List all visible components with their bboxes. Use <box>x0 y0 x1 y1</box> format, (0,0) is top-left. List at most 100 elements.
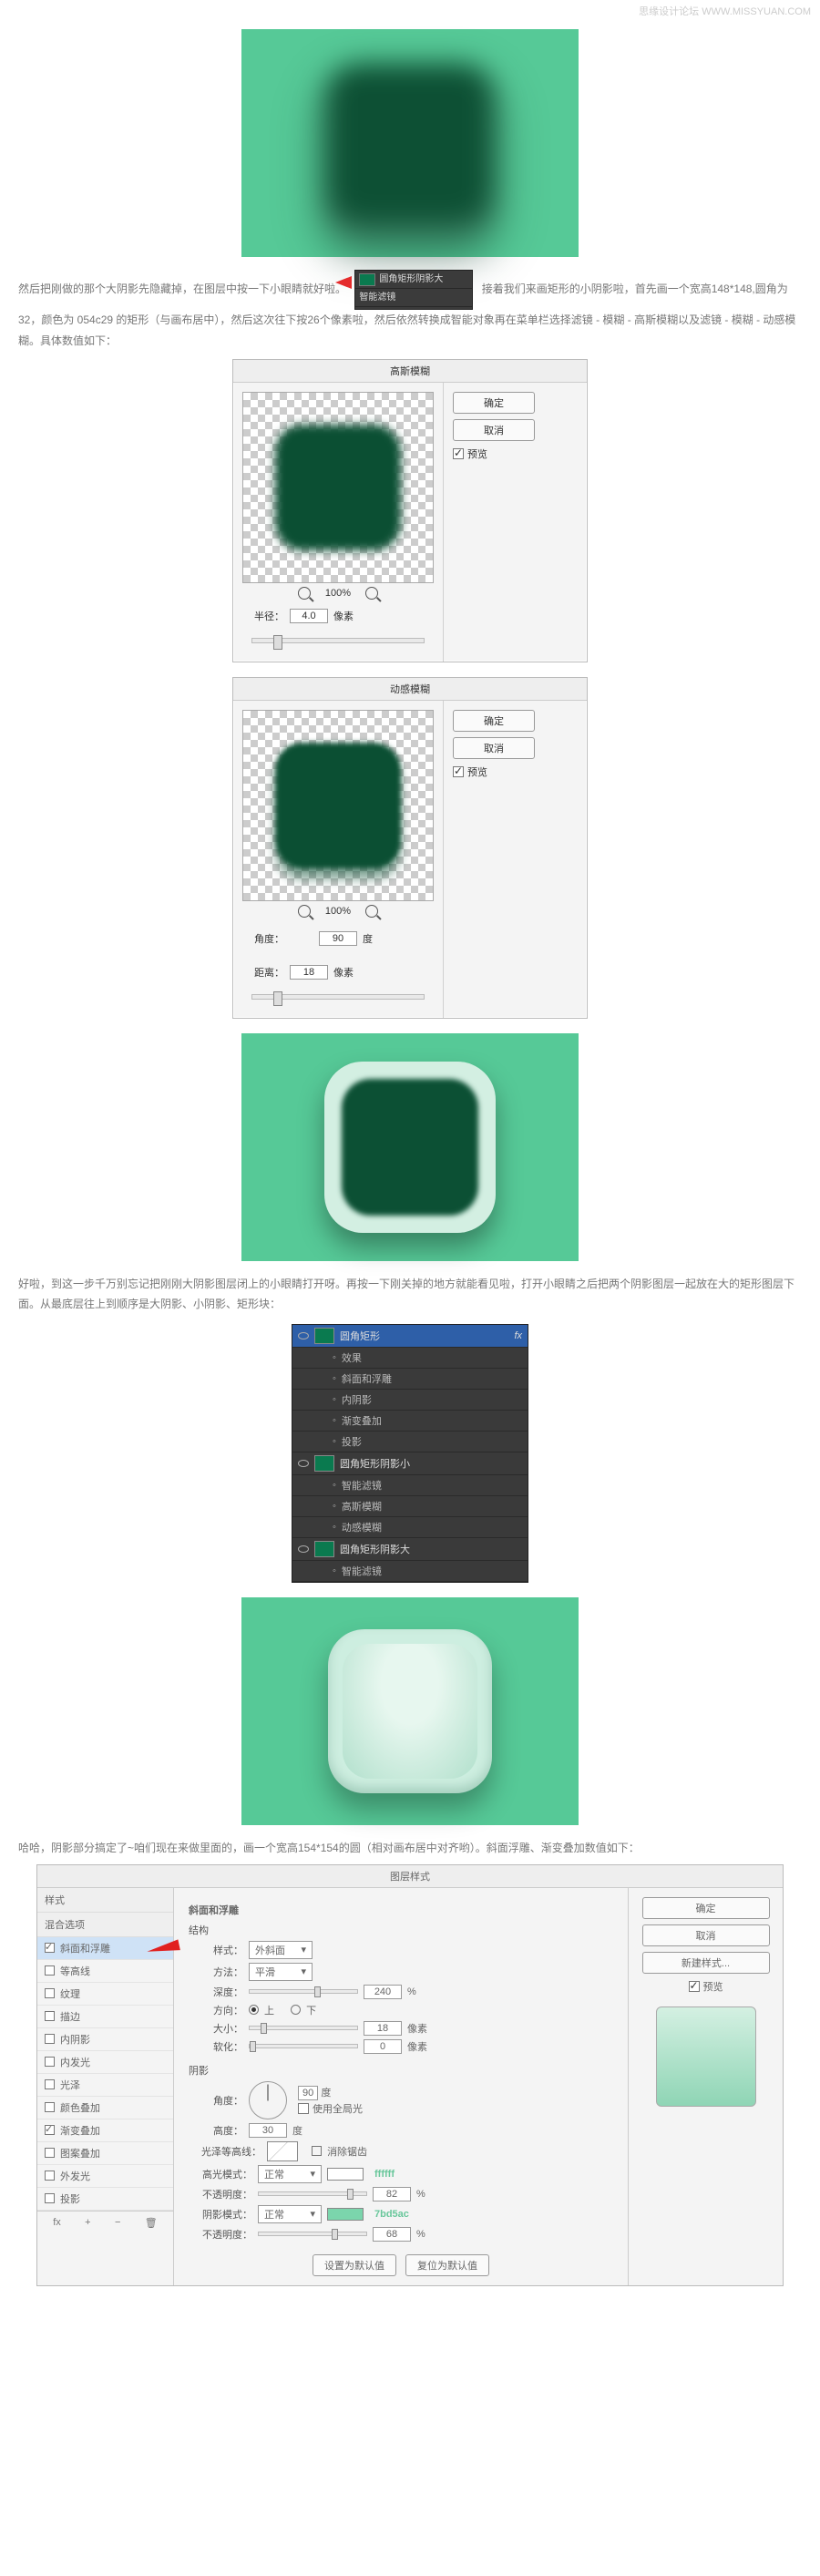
checkbox[interactable] <box>45 2011 55 2021</box>
preview-checkbox[interactable] <box>453 766 464 777</box>
shadow-opacity-input[interactable]: 68 <box>373 2227 411 2242</box>
technique-select[interactable]: 平滑 ▾ <box>249 1963 313 1981</box>
zoom-out-icon[interactable] <box>298 905 311 918</box>
layer-effect[interactable]: 斜面和浮雕 <box>292 1369 528 1390</box>
antialias-label: 消除锯齿 <box>327 2144 367 2159</box>
layer-effect[interactable]: 渐变叠加 <box>292 1411 528 1432</box>
ok-button[interactable]: 确定 <box>642 1897 770 1919</box>
ok-button[interactable]: 确定 <box>453 392 535 414</box>
highlight-opacity-input[interactable]: 82 <box>373 2187 411 2201</box>
style-option-gradient-overlay[interactable]: 渐变叠加 <box>37 2119 173 2142</box>
soften-slider[interactable] <box>249 2044 358 2048</box>
layer-row[interactable]: 圆角矩形阴影小 <box>292 1452 528 1475</box>
dir-up-radio[interactable] <box>249 2005 259 2015</box>
new-style-button[interactable]: 新建样式... <box>642 1952 770 1974</box>
style-option-inner-glow[interactable]: 内发光 <box>37 2051 173 2074</box>
zoom-in-icon[interactable] <box>365 905 378 918</box>
shadow-color-swatch[interactable] <box>327 2208 364 2221</box>
checkbox[interactable] <box>45 1943 55 1953</box>
style-option-outer-glow[interactable]: 外发光 <box>37 2165 173 2188</box>
layer-thumb-icon <box>314 1328 334 1344</box>
checkbox[interactable] <box>45 1988 55 1998</box>
angle-input[interactable]: 90 <box>319 931 357 946</box>
layer-effect[interactable]: 高斯模糊 <box>292 1496 528 1517</box>
style-option-stroke[interactable]: 描边 <box>37 2006 173 2028</box>
trash-icon[interactable]: 🗑 <box>145 2217 158 2229</box>
ok-button[interactable]: 确定 <box>453 710 535 732</box>
layer-effect[interactable]: 内阴影 <box>292 1390 528 1411</box>
remove-icon[interactable]: − <box>115 2217 120 2229</box>
angle-dial[interactable] <box>249 2081 287 2119</box>
checkbox[interactable] <box>45 1965 55 1976</box>
style-option-pattern-overlay[interactable]: 图案叠加 <box>37 2142 173 2165</box>
depth-input[interactable]: 240 <box>364 1985 402 1999</box>
cancel-button[interactable]: 取消 <box>453 737 535 759</box>
checkbox[interactable] <box>45 2034 55 2044</box>
checkbox[interactable] <box>45 2102 55 2112</box>
angle-input[interactable]: 90 <box>298 2086 318 2100</box>
select-value: 正常 <box>264 2167 284 2181</box>
fx-icon[interactable]: fx <box>53 2217 61 2229</box>
add-icon[interactable]: + <box>85 2217 90 2229</box>
checkbox[interactable] <box>45 2057 55 2067</box>
checkbox[interactable] <box>45 2148 55 2158</box>
radius-input[interactable]: 4.0 <box>290 609 328 623</box>
size-input[interactable]: 18 <box>364 2021 402 2036</box>
preview-checkbox[interactable] <box>453 448 464 459</box>
style-option-texture[interactable]: 纹理 <box>37 1983 173 2006</box>
eye-icon[interactable] <box>298 1545 309 1553</box>
checkbox[interactable] <box>45 2125 55 2135</box>
shadow-opacity-slider[interactable] <box>258 2232 367 2236</box>
size-slider[interactable] <box>249 2026 358 2030</box>
shadow-mode-select[interactable]: 正常 ▾ <box>258 2205 322 2223</box>
dark-center-square <box>342 1079 478 1216</box>
angle-dial[interactable] <box>290 927 313 950</box>
style-option-bevel[interactable]: 斜面和浮雕 <box>37 1937 173 1960</box>
eye-icon[interactable] <box>298 1460 309 1467</box>
distance-slider[interactable] <box>251 994 425 1000</box>
style-option-color-overlay[interactable]: 颜色叠加 <box>37 2097 173 2119</box>
layer-effect[interactable]: 动感模糊 <box>292 1517 528 1538</box>
cancel-button[interactable]: 取消 <box>453 419 535 441</box>
preview-checkbox[interactable] <box>689 1981 700 1992</box>
layer-effect[interactable]: 智能滤镜 <box>292 1561 528 1582</box>
global-light-label: 使用全局光 <box>313 2101 363 2116</box>
style-select[interactable]: 外斜面 ▾ <box>249 1941 313 1959</box>
style-option-satin[interactable]: 光泽 <box>37 2074 173 2097</box>
radius-slider[interactable] <box>251 638 425 643</box>
layer-effect[interactable]: 效果 <box>292 1348 528 1369</box>
fx-badge[interactable]: fx <box>514 1330 522 1341</box>
checkbox[interactable] <box>45 2171 55 2181</box>
style-option-drop-shadow[interactable]: 投影 <box>37 2188 173 2211</box>
zoom-in-icon[interactable] <box>365 587 378 600</box>
global-light-checkbox[interactable] <box>298 2103 309 2114</box>
highlight-opacity-slider[interactable] <box>258 2191 367 2196</box>
highlight-mode-select[interactable]: 正常 ▾ <box>258 2165 322 2183</box>
layers-panel: 圆角矩形fx 效果 斜面和浮雕 内阴影 渐变叠加 投影 圆角矩形阴影小 智能滤镜… <box>292 1324 528 1583</box>
blend-options[interactable]: 混合选项 <box>37 1913 173 1937</box>
soften-input[interactable]: 0 <box>364 2039 402 2054</box>
highlight-mode-label: 高光模式： <box>189 2167 252 2181</box>
style-option-contour[interactable]: 等高线 <box>37 1960 173 1983</box>
depth-slider[interactable] <box>249 1989 358 1994</box>
layer-thumb-icon <box>359 273 375 286</box>
layer-effect[interactable]: 投影 <box>292 1432 528 1452</box>
highlight-color-swatch[interactable] <box>327 2168 364 2181</box>
eye-icon[interactable] <box>298 1332 309 1339</box>
red-arrow-annotation: 斜面和浮雕 <box>37 1937 173 1960</box>
checkbox[interactable] <box>45 2193 55 2203</box>
cancel-button[interactable]: 取消 <box>642 1924 770 1946</box>
layer-row[interactable]: 圆角矩形fx <box>292 1325 528 1348</box>
zoom-out-icon[interactable] <box>298 587 311 600</box>
layer-effect[interactable]: 智能滤镜 <box>292 1475 528 1496</box>
antialias-checkbox[interactable] <box>312 2146 322 2156</box>
reset-default-button[interactable]: 复位为默认值 <box>405 2254 489 2276</box>
altitude-input[interactable]: 30 <box>249 2123 287 2138</box>
checkbox[interactable] <box>45 2079 55 2089</box>
dir-down-radio[interactable] <box>291 2005 301 2015</box>
style-option-inner-shadow[interactable]: 内阴影 <box>37 2028 173 2051</box>
make-default-button[interactable]: 设置为默认值 <box>313 2254 396 2276</box>
contour-picker[interactable] <box>267 2141 298 2161</box>
layer-row[interactable]: 圆角矩形阴影大 <box>292 1538 528 1561</box>
distance-input[interactable]: 18 <box>290 965 328 980</box>
